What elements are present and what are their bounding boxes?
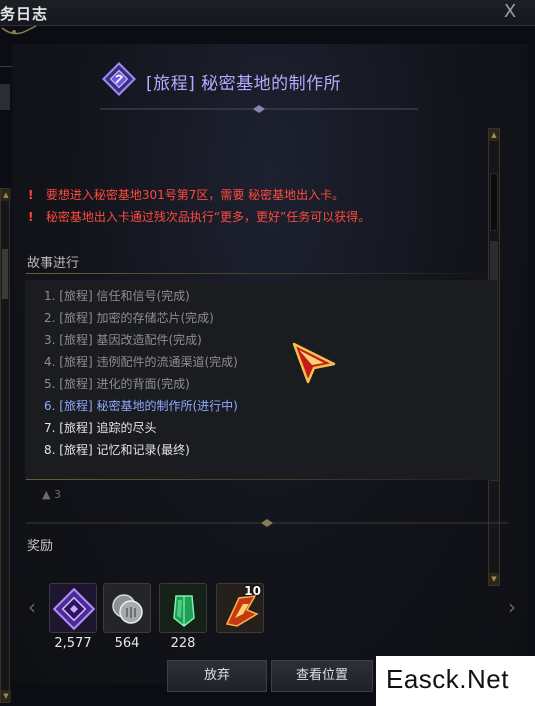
reward-slot[interactable] [159,583,207,633]
header-divider [100,105,418,113]
quest-list-tab[interactable] [0,84,10,110]
stack-count: 10 [244,584,261,598]
scroll-track [490,173,498,231]
rewards-next-arrow[interactable]: › [504,597,520,617]
progress-step: 3. [旅程] 基因改造配件(完成) [44,333,202,347]
progress-list: 1. [旅程] 信任和信号(完成) 2. [旅程] 加密的存储芯片(完成) 3.… [25,280,497,480]
reward-count: 2,577 [54,636,92,651]
progress-step: 5. [旅程] 进化的背面(完成) [44,377,190,391]
purple-crystal-icon [52,587,96,631]
progress-step: 1. [旅程] 信任和信号(完成) [44,289,190,303]
progress-step: 8. [旅程] 记忆和记录(最终) [44,443,190,457]
faded-value: 3 [53,488,61,501]
scroll-up-icon[interactable]: ▲ [489,129,499,141]
quest-title: [旅程] 秘密基地的制作所 [146,74,342,94]
scroll-down-icon[interactable]: ▼ [489,573,499,585]
progress-step-current: 6. [旅程] 秘密基地的制作所(进行中) [44,399,238,413]
close-button[interactable]: X [499,1,521,23]
quest-header: [旅程] 秘密基地的制作所 [100,60,420,100]
rewards-prev-arrow[interactable]: ‹ [24,597,40,617]
divider [26,273,496,274]
faded-list-item: ▲ 3 [42,488,61,501]
warning-line-2: 秘密基地出入卡通过残次品执行“更多，更好”任务可以获得。 [45,210,371,224]
progress-label: 故事进行 [27,256,80,271]
scroll-down-icon[interactable]: ▼ [1,690,11,702]
watermark-text: Easck.Net [386,664,509,694]
scroll-thumb[interactable] [2,249,8,299]
journey-quest-icon [102,62,136,96]
section-divider [26,519,508,527]
rewards-label: 奖励 [27,539,54,554]
ornament-icon [1,25,37,35]
scroll-up-icon[interactable]: ▲ [1,189,11,201]
reward-slot[interactable] [49,583,97,633]
warning-line-1: 要想进入秘密基地301号第7区，需要 秘密基地出入卡。 [45,188,345,202]
reward-count: 564 [114,636,140,651]
view-location-button[interactable]: 查看位置 [271,660,373,692]
quest-list-scrollbar[interactable]: ▲ ▼ [0,188,11,703]
warning-text: ! 秘密基地出入卡通过残次品执行“更多，更好”任务可以获得。 [28,208,370,225]
abandon-button[interactable]: 放弃 [167,660,267,692]
reward-slot[interactable] [103,583,151,633]
divider [26,479,496,480]
reward-count: 228 [170,636,196,651]
green-gem-icon [173,595,195,627]
mouse-cursor-icon [292,342,336,384]
progress-step: 7. [旅程] 追踪的尽头 [44,421,157,435]
warning-text: ! 要想进入秘密基地301号第7区，需要 秘密基地出入卡。 [28,186,344,203]
reward-slot[interactable]: 10 [216,583,264,633]
window-title: 务日志 [0,5,49,23]
warning-mark: ! [28,188,34,202]
window-titlebar: 务日志 X [0,0,535,26]
progress-step: 2. [旅程] 加密的存储芯片(完成) [44,311,214,325]
progress-step: 4. [旅程] 违例配件的流通渠道(完成) [44,355,238,369]
silver-coin-icon [112,594,143,624]
warning-mark: ! [28,210,34,224]
faded-icon: ▲ [42,488,51,501]
watermark-badge: Easck.Net [376,656,535,706]
